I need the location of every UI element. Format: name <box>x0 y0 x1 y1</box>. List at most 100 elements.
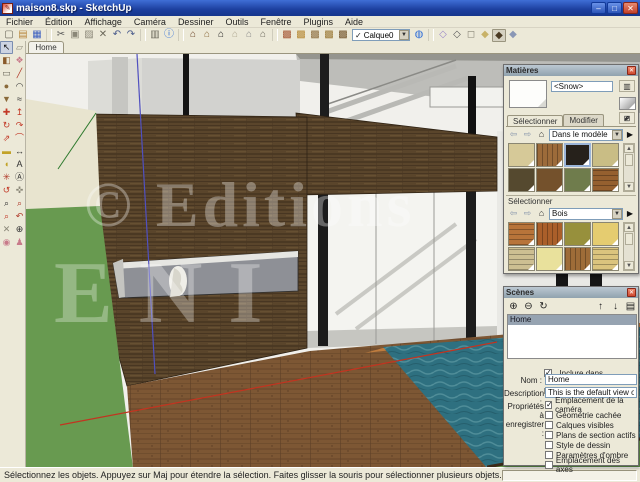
scroll-down-icon[interactable]: ▼ <box>624 261 634 270</box>
details-arrow-icon[interactable]: ▶ <box>624 208 636 220</box>
back-arrow-icon[interactable]: ⇦ <box>507 129 520 141</box>
rotate-tool[interactable]: ↻ <box>0 119 13 132</box>
styles-browser-icon[interactable]: ▩ <box>308 29 322 42</box>
arc-tool[interactable]: ◠ <box>13 80 26 93</box>
add-scene-icon[interactable]: ⊕ <box>507 301 520 313</box>
move-scene-down-icon[interactable]: ↓ <box>609 301 622 313</box>
scroll-up-icon[interactable]: ▲ <box>624 144 634 153</box>
layers-browser-icon[interactable]: ▩ <box>322 29 336 42</box>
3d-text-tool[interactable]: Ⓐ <box>13 171 26 184</box>
circle-tool[interactable]: ● <box>0 80 13 93</box>
scroll-up-icon[interactable]: ▲ <box>624 223 634 232</box>
view-front-icon[interactable]: ⌂ <box>214 29 228 42</box>
close-icon[interactable]: ✕ <box>627 288 636 297</box>
property-checkbox[interactable] <box>545 441 553 449</box>
chevron-down-icon[interactable]: ▼ <box>399 30 409 40</box>
home-icon[interactable]: ⌂ <box>535 129 548 141</box>
scroll-thumb[interactable] <box>625 233 633 245</box>
layers-dropdown[interactable]: ✓ Calque0 ▼ <box>352 29 410 41</box>
scene-list-item[interactable]: Home <box>508 315 636 325</box>
wood-dark-orange[interactable] <box>536 222 563 246</box>
item[interactable]: Aide <box>339 17 369 27</box>
offset-tool[interactable]: ⌒ <box>13 132 26 145</box>
paste-icon[interactable]: ▨ <box>82 29 96 42</box>
wood-cream[interactable] <box>536 247 563 271</box>
forward-arrow-icon[interactable]: ⇨ <box>521 129 534 141</box>
shaded-textures-style-icon[interactable]: ◆ <box>492 29 506 42</box>
push-pull-tool[interactable]: ↥ <box>13 106 26 119</box>
wood-medium-brown[interactable] <box>564 247 591 271</box>
material-tan[interactable] <box>508 143 535 167</box>
materials-panel-titlebar[interactable]: Matières ✕ <box>504 65 638 76</box>
tape-measure-tool[interactable]: ▬ <box>0 145 13 158</box>
protractor-tool[interactable]: ◖ <box>0 158 13 171</box>
eraser-tool[interactable]: ▱ <box>13 41 26 54</box>
item[interactable]: Outils <box>219 17 254 27</box>
scene-name-input[interactable] <box>545 374 637 385</box>
xray-style-icon[interactable]: ◇ <box>436 29 450 42</box>
item[interactable]: Plugins <box>298 17 340 27</box>
copy-icon[interactable]: ▣ <box>68 29 82 42</box>
rectangle-tool[interactable]: ▭ <box>0 67 13 80</box>
swatch-scrollbar-2[interactable]: ▲ ▼ <box>623 222 635 271</box>
follow-me-tool[interactable]: ↷ <box>13 119 26 132</box>
erase-icon[interactable]: ✕ <box>96 29 110 42</box>
material-khaki[interactable] <box>592 143 619 167</box>
scene-details-icon[interactable]: ▤ <box>624 301 637 313</box>
minimize-button[interactable]: – <box>591 2 606 14</box>
material-brown[interactable] <box>536 168 563 192</box>
material-wood-vertical[interactable] <box>536 143 563 167</box>
item[interactable]: Édition <box>39 17 79 27</box>
property-checkbox[interactable] <box>545 431 553 439</box>
save-icon[interactable]: ▦ <box>30 29 44 42</box>
swatch-scrollbar[interactable]: ▲ ▼ <box>623 143 635 192</box>
chevron-down-icon[interactable]: ▼ <box>612 209 622 219</box>
freehand-tool[interactable]: ≈ <box>13 93 26 106</box>
wood-orange[interactable] <box>508 222 535 246</box>
property-checkbox[interactable] <box>545 421 553 429</box>
property-checkbox[interactable] <box>545 411 553 419</box>
move-tool[interactable]: ✚ <box>0 106 13 119</box>
secondary-pane-toggle-icon[interactable]: ▥ <box>619 80 635 92</box>
remove-scene-icon[interactable]: ⊖ <box>522 301 535 313</box>
delete-guides-tool[interactable]: ✕ <box>0 223 13 236</box>
home-icon[interactable]: ⌂ <box>535 208 548 220</box>
collection2-dropdown[interactable]: Bois ▼ <box>549 208 623 220</box>
open-icon[interactable]: ▤ <box>16 29 30 42</box>
back-arrow-icon[interactable]: ⇦ <box>507 208 520 220</box>
look-around-tool[interactable]: ◉ <box>0 236 13 249</box>
material-name-input[interactable] <box>551 81 613 92</box>
walk-tool[interactable]: ♟ <box>13 236 26 249</box>
property-checkbox[interactable] <box>545 451 553 459</box>
paint-bucket-tool[interactable]: ◧ <box>0 54 13 67</box>
close-icon[interactable]: ✕ <box>627 66 636 75</box>
item[interactable]: Affichage <box>79 17 128 27</box>
pan-tool[interactable]: ✜ <box>13 184 26 197</box>
property-checkbox[interactable] <box>545 401 552 409</box>
scene-tab-home[interactable]: Home <box>28 41 64 53</box>
select-tool[interactable]: ↖ <box>0 41 13 54</box>
zoom-extents-tool[interactable]: ⌕ <box>0 210 13 223</box>
item[interactable]: Caméra <box>128 17 172 27</box>
details-arrow-icon[interactable]: ▶ <box>624 129 636 141</box>
chevron-down-icon[interactable]: ▼ <box>612 130 622 140</box>
material-dark-olive[interactable] <box>508 168 535 192</box>
item[interactable]: Fichier <box>0 17 39 27</box>
print-icon[interactable]: ▥ <box>148 29 162 42</box>
model-info-icon[interactable]: ⓘ <box>162 29 176 42</box>
view-left-icon[interactable]: ⌂ <box>256 29 270 42</box>
view-iso-icon[interactable]: ⌂ <box>186 29 200 42</box>
materials-browser-icon[interactable]: ▩ <box>294 29 308 42</box>
item[interactable]: Dessiner <box>172 17 220 27</box>
scroll-thumb[interactable] <box>625 154 633 166</box>
layer-manager-icon[interactable]: ◍ <box>412 29 426 42</box>
maximize-button[interactable]: □ <box>607 2 622 14</box>
text-tool[interactable]: A <box>13 158 26 171</box>
orbit-tool[interactable]: ↺ <box>0 184 13 197</box>
update-scene-icon[interactable]: ↻ <box>537 301 550 313</box>
move-scene-up-icon[interactable]: ↑ <box>594 301 607 313</box>
close-button[interactable]: ✕ <box>623 2 638 14</box>
secondary-material-swatch[interactable] <box>619 97 636 110</box>
wireframe-style-icon[interactable]: ◇ <box>450 29 464 42</box>
scale-tool[interactable]: ⇗ <box>0 132 13 145</box>
